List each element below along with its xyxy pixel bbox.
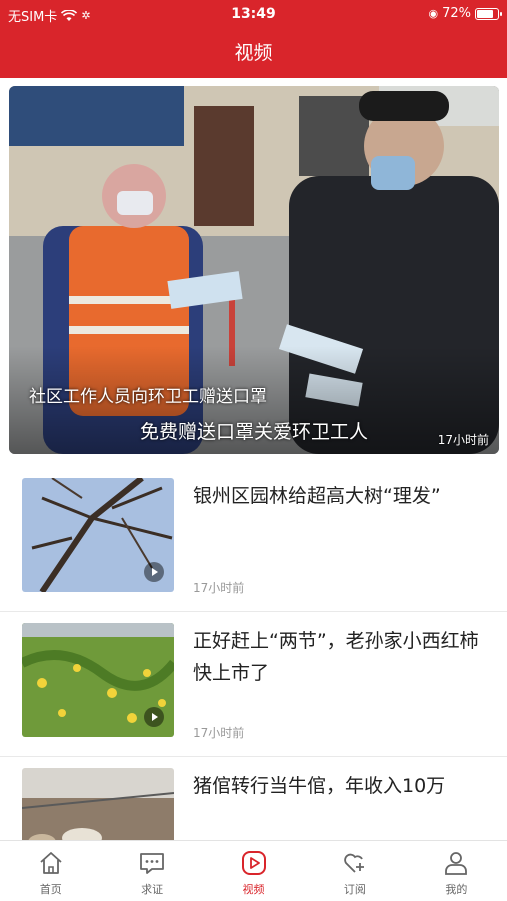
featured-caption-top: 社区工作人员向环卫工赠送口罩: [29, 387, 267, 407]
tab-bar: 首页 求证 视频 订阅 我的: [0, 840, 507, 901]
list-item[interactable]: 正好赶上“两节”，老孙家小西红柿快上市了 17小时前: [0, 611, 507, 757]
video-time: 17小时前: [193, 726, 245, 740]
page-title: 视频: [234, 42, 273, 64]
tab-video[interactable]: 视频: [203, 841, 304, 901]
video-title: 正好赶上“两节”，老孙家小西红柿快上市了: [193, 630, 479, 684]
tab-me[interactable]: 我的: [406, 841, 507, 901]
tab-subscribe[interactable]: 订阅: [304, 841, 405, 901]
featured-video[interactable]: 社区工作人员向环卫工赠送口罩 免费赠送口罩关爱环卫工人 17小时前: [9, 86, 499, 454]
battery-icon: [475, 7, 502, 20]
featured-caption-bottom: 免费赠送口罩关爱环卫工人: [139, 421, 368, 443]
tab-verify[interactable]: 求证: [101, 841, 202, 901]
video-time: 17小时前: [193, 581, 245, 595]
heart-plus-icon: [344, 853, 364, 873]
video-title: 猪倌转行当牛倌，年收入10万: [193, 775, 446, 797]
list-item[interactable]: 银州区园林给超高大树“理发” 17小时前: [0, 466, 507, 612]
battery-percent: 72%: [442, 6, 471, 21]
user-icon: [445, 852, 468, 875]
video-thumbnail: [22, 768, 174, 848]
status-bar: 无SIM卡 ✲ 13:49 ◉ 72%: [0, 0, 507, 28]
tab-home[interactable]: 首页: [0, 841, 101, 901]
play-icon: [144, 562, 164, 582]
status-right: ◉ 72%: [428, 6, 502, 21]
video-thumbnail: [22, 623, 174, 737]
play-icon: [144, 707, 164, 727]
header: 视频: [0, 28, 507, 78]
tab-label: 视频: [242, 883, 265, 896]
tab-label: 订阅: [343, 883, 366, 896]
tab-label: 我的: [445, 883, 468, 896]
chat-icon: [140, 853, 165, 874]
video-thumbnail: [22, 478, 174, 592]
featured-time: 17小时前: [437, 433, 489, 447]
tab-label: 首页: [39, 883, 62, 896]
video-title: 银州区园林给超高大树“理发”: [193, 485, 441, 507]
lock-rotation-icon: ◉: [428, 7, 439, 20]
home-icon: [40, 852, 62, 874]
play-icon: [241, 851, 266, 875]
tab-label: 求证: [141, 883, 164, 896]
